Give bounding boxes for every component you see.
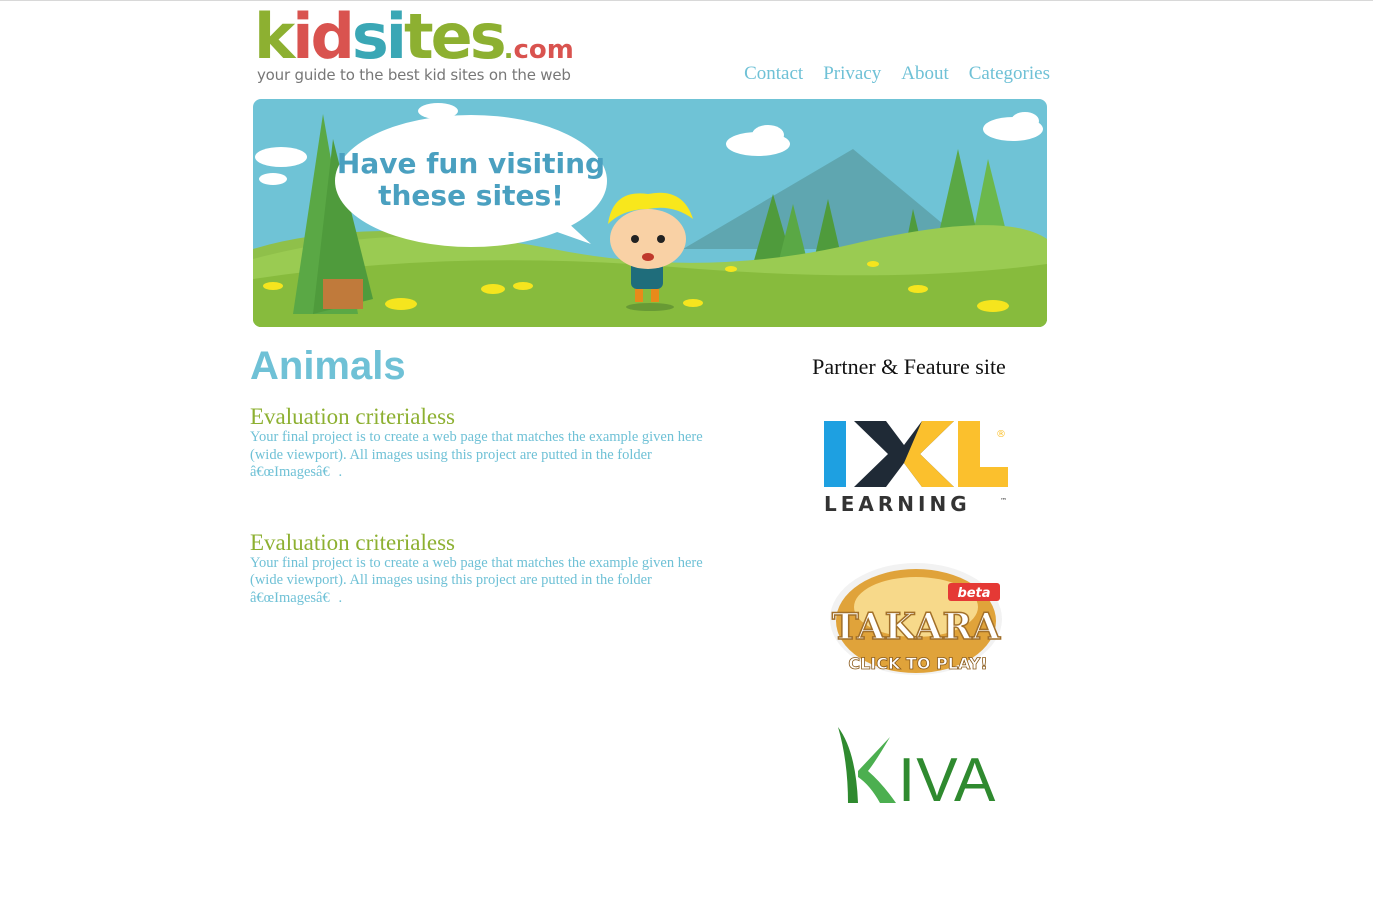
partner-kiva-logo[interactable]: IVA (824, 721, 1009, 815)
article-heading: Evaluation criterialess (250, 529, 456, 555)
takara-click-to-play: CLICK TO PLAY! (848, 654, 987, 673)
logo-part-tes: tes (404, 0, 507, 73)
takara-wordmark: TAKARA (832, 606, 1001, 648)
nav-privacy-link[interactable]: Privacy (823, 63, 881, 85)
main-content: Animals Evaluation criterialess Your fin… (250, 341, 740, 607)
logo-tagline: your guide to the best kid sites on the … (257, 66, 571, 84)
logo-dot: . (503, 35, 514, 65)
takara-logo-icon: beta TAKARA CLICK TO PLAY! (830, 563, 1002, 675)
logo-part-si: si (351, 0, 407, 73)
partner-sidebar: Partner & Feature site ® LEARNING ™ beta… (790, 351, 1028, 815)
hero-banner: Have fun visiting these sites! (253, 99, 1047, 327)
banner-speech-line-1: Have fun visiting (337, 147, 605, 180)
nav-contact-link[interactable]: Contact (744, 63, 803, 85)
takara-beta-badge: beta (957, 586, 990, 601)
article-item: Evaluation criterialess Your final proje… (250, 405, 740, 482)
kiva-logo-icon: IVA (838, 727, 996, 815)
kiva-wordmark: IVA (898, 746, 996, 813)
partner-ixl-logo[interactable]: ® LEARNING ™ (824, 417, 1009, 516)
ixl-learning-text: LEARNING (824, 492, 971, 513)
banner-illustration: Have fun visiting these sites! (253, 99, 1047, 327)
partner-takara-logo[interactable]: beta TAKARA CLICK TO PLAY! (824, 559, 1009, 677)
logo-part-k: k (254, 0, 295, 73)
ixl-logo-icon: ® LEARNING ™ (824, 421, 1008, 516)
article-heading: Evaluation criterialess (250, 404, 456, 429)
ixl-registered-mark: ® (996, 429, 1006, 440)
logo-part-id: id (292, 0, 355, 73)
nav-categories-link[interactable]: Categories (969, 63, 1050, 85)
logo-dotcom: .com (504, 35, 574, 65)
article-body: Your final project is to create a web pa… (250, 429, 703, 480)
page-title: Animals (250, 344, 406, 388)
banner-speech-line-2: these sites! (378, 179, 564, 212)
page-container: kidsites.com your guide to the best kid … (250, 0, 1050, 900)
sidebar-title: Partner & Feature site (812, 354, 1006, 379)
logo-suffix: com (513, 35, 574, 65)
article-body: Your final project is to create a web pa… (250, 554, 703, 606)
nav-about-link[interactable]: About (901, 63, 949, 85)
top-nav: Contact Privacy About Categories (744, 63, 1050, 85)
ixl-trademark: ™ (1000, 497, 1007, 505)
article-item: Evaluation criterialess Your final proje… (250, 529, 740, 608)
site-logo[interactable]: kidsites.com your guide to the best kid … (254, 0, 574, 91)
